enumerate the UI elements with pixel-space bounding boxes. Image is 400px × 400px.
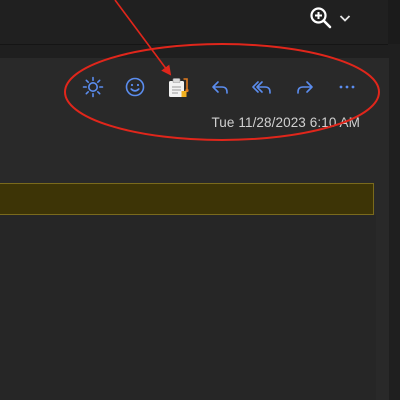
reply-button[interactable] [199,70,241,104]
message-body [0,215,376,400]
chevron-down-icon [339,15,351,22]
reply-all-icon [252,81,272,94]
message-timestamp: Tue 11/28/2023 6:10 AM [211,115,360,130]
more-options-icon [339,85,355,89]
more-options-button[interactable] [326,70,368,104]
brightness-icon [82,76,104,98]
message-toolbar [72,70,368,104]
reply-icon [212,81,228,94]
forward-icon [296,81,313,94]
reply-all-button[interactable] [241,70,283,104]
addin-clipboard-icon [168,78,189,97]
email-reading-pane: Tue 11/28/2023 6:10 AM [0,0,400,400]
addin-button[interactable] [157,70,199,104]
scroll-rail[interactable] [389,58,400,400]
brightness-button[interactable] [72,70,114,104]
info-banner [0,183,374,215]
top-bar-inner [0,0,388,45]
zoom-in-icon [310,7,332,29]
top-bar [0,0,400,45]
forward-button[interactable] [283,70,325,104]
emoji-button[interactable] [114,70,156,104]
emoji-icon [126,77,145,97]
zoom-button[interactable] [308,2,362,34]
